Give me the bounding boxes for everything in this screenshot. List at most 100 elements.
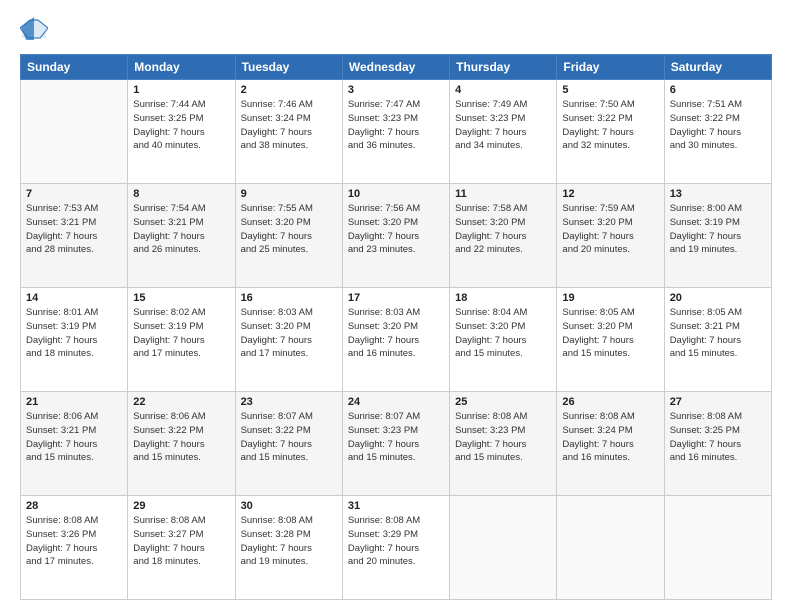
week-row-1: 1 Sunrise: 7:44 AMSunset: 3:25 PMDaylight…	[21, 80, 772, 184]
calendar-cell: 31 Sunrise: 8:08 AMSunset: 3:29 PMDayligh…	[342, 496, 449, 600]
day-info: Sunrise: 8:08 AMSunset: 3:27 PMDaylight:…	[133, 514, 229, 569]
day-info: Sunrise: 8:00 AMSunset: 3:19 PMDaylight:…	[670, 202, 766, 257]
calendar-cell: 29 Sunrise: 8:08 AMSunset: 3:27 PMDayligh…	[128, 496, 235, 600]
day-number: 28	[26, 500, 122, 512]
day-number: 23	[241, 396, 337, 408]
logo	[20, 16, 52, 44]
calendar-cell: 8 Sunrise: 7:54 AMSunset: 3:21 PMDaylight…	[128, 184, 235, 288]
weekday-header-tuesday: Tuesday	[235, 55, 342, 80]
day-info: Sunrise: 7:59 AMSunset: 3:20 PMDaylight:…	[562, 202, 658, 257]
calendar-cell	[450, 496, 557, 600]
calendar-cell	[557, 496, 664, 600]
day-info: Sunrise: 7:49 AMSunset: 3:23 PMDaylight:…	[455, 98, 551, 153]
day-number: 22	[133, 396, 229, 408]
weekday-row: SundayMondayTuesdayWednesdayThursdayFrid…	[21, 55, 772, 80]
day-info: Sunrise: 7:50 AMSunset: 3:22 PMDaylight:…	[562, 98, 658, 153]
calendar-cell: 15 Sunrise: 8:02 AMSunset: 3:19 PMDayligh…	[128, 288, 235, 392]
day-info: Sunrise: 8:08 AMSunset: 3:23 PMDaylight:…	[455, 410, 551, 465]
calendar-cell: 27Sunrise: 8:08 AMSunset: 3:25 PMDayligh…	[664, 392, 771, 496]
day-info: Sunrise: 8:08 AMSunset: 3:28 PMDaylight:…	[241, 514, 337, 569]
weekday-header-saturday: Saturday	[664, 55, 771, 80]
week-row-3: 14Sunrise: 8:01 AMSunset: 3:19 PMDayligh…	[21, 288, 772, 392]
calendar-cell: 21Sunrise: 8:06 AMSunset: 3:21 PMDayligh…	[21, 392, 128, 496]
calendar-cell: 30 Sunrise: 8:08 AMSunset: 3:28 PMDayligh…	[235, 496, 342, 600]
calendar-body: 1 Sunrise: 7:44 AMSunset: 3:25 PMDaylight…	[21, 80, 772, 600]
day-number: 29	[133, 500, 229, 512]
day-number: 1	[133, 84, 229, 96]
calendar-cell: 4 Sunrise: 7:49 AMSunset: 3:23 PMDaylight…	[450, 80, 557, 184]
calendar-header: SundayMondayTuesdayWednesdayThursdayFrid…	[21, 55, 772, 80]
day-info: Sunrise: 8:03 AMSunset: 3:20 PMDaylight:…	[348, 306, 444, 361]
calendar-cell: 14Sunrise: 8:01 AMSunset: 3:19 PMDayligh…	[21, 288, 128, 392]
day-number: 15	[133, 292, 229, 304]
day-number: 5	[562, 84, 658, 96]
day-number: 4	[455, 84, 551, 96]
day-number: 17	[348, 292, 444, 304]
day-number: 2	[241, 84, 337, 96]
day-number: 12	[562, 188, 658, 200]
day-number: 16	[241, 292, 337, 304]
calendar-cell: 7Sunrise: 7:53 AMSunset: 3:21 PMDaylight…	[21, 184, 128, 288]
weekday-header-monday: Monday	[128, 55, 235, 80]
calendar-cell: 6 Sunrise: 7:51 AMSunset: 3:22 PMDaylight…	[664, 80, 771, 184]
day-info: Sunrise: 8:06 AMSunset: 3:21 PMDaylight:…	[26, 410, 122, 465]
calendar-cell: 23 Sunrise: 8:07 AMSunset: 3:22 PMDayligh…	[235, 392, 342, 496]
day-info: Sunrise: 7:55 AMSunset: 3:20 PMDaylight:…	[241, 202, 337, 257]
day-info: Sunrise: 8:01 AMSunset: 3:19 PMDaylight:…	[26, 306, 122, 361]
day-number: 24	[348, 396, 444, 408]
day-number: 20	[670, 292, 766, 304]
week-row-4: 21Sunrise: 8:06 AMSunset: 3:21 PMDayligh…	[21, 392, 772, 496]
day-number: 31	[348, 500, 444, 512]
calendar-cell: 12 Sunrise: 7:59 AMSunset: 3:20 PMDayligh…	[557, 184, 664, 288]
weekday-header-thursday: Thursday	[450, 55, 557, 80]
calendar-cell	[664, 496, 771, 600]
header	[20, 16, 772, 44]
day-number: 18	[455, 292, 551, 304]
calendar-cell: 22Sunrise: 8:06 AMSunset: 3:22 PMDayligh…	[128, 392, 235, 496]
page: SundayMondayTuesdayWednesdayThursdayFrid…	[0, 0, 792, 612]
day-info: Sunrise: 8:08 AMSunset: 3:26 PMDaylight:…	[26, 514, 122, 569]
calendar-cell: 20 Sunrise: 8:05 AMSunset: 3:21 PMDayligh…	[664, 288, 771, 392]
calendar-cell: 13Sunrise: 8:00 AMSunset: 3:19 PMDayligh…	[664, 184, 771, 288]
calendar-cell: 28 Sunrise: 8:08 AMSunset: 3:26 PMDayligh…	[21, 496, 128, 600]
calendar-cell: 11Sunrise: 7:58 AMSunset: 3:20 PMDayligh…	[450, 184, 557, 288]
day-number: 3	[348, 84, 444, 96]
calendar: SundayMondayTuesdayWednesdayThursdayFrid…	[20, 54, 772, 600]
calendar-cell: 2Sunrise: 7:46 AMSunset: 3:24 PMDaylight…	[235, 80, 342, 184]
calendar-cell	[21, 80, 128, 184]
logo-icon	[20, 16, 48, 44]
weekday-header-wednesday: Wednesday	[342, 55, 449, 80]
calendar-cell: 16 Sunrise: 8:03 AMSunset: 3:20 PMDayligh…	[235, 288, 342, 392]
day-number: 10	[348, 188, 444, 200]
day-info: Sunrise: 8:08 AMSunset: 3:29 PMDaylight:…	[348, 514, 444, 569]
day-number: 19	[562, 292, 658, 304]
weekday-header-friday: Friday	[557, 55, 664, 80]
day-number: 9	[241, 188, 337, 200]
day-info: Sunrise: 8:07 AMSunset: 3:22 PMDaylight:…	[241, 410, 337, 465]
day-info: Sunrise: 7:56 AMSunset: 3:20 PMDaylight:…	[348, 202, 444, 257]
day-info: Sunrise: 8:05 AMSunset: 3:20 PMDaylight:…	[562, 306, 658, 361]
day-number: 27	[670, 396, 766, 408]
calendar-cell: 19 Sunrise: 8:05 AMSunset: 3:20 PMDayligh…	[557, 288, 664, 392]
day-number: 8	[133, 188, 229, 200]
day-info: Sunrise: 8:07 AMSunset: 3:23 PMDaylight:…	[348, 410, 444, 465]
day-info: Sunrise: 7:54 AMSunset: 3:21 PMDaylight:…	[133, 202, 229, 257]
day-info: Sunrise: 7:47 AMSunset: 3:23 PMDaylight:…	[348, 98, 444, 153]
weekday-header-sunday: Sunday	[21, 55, 128, 80]
week-row-2: 7Sunrise: 7:53 AMSunset: 3:21 PMDaylight…	[21, 184, 772, 288]
calendar-cell: 25 Sunrise: 8:08 AMSunset: 3:23 PMDayligh…	[450, 392, 557, 496]
day-info: Sunrise: 8:05 AMSunset: 3:21 PMDaylight:…	[670, 306, 766, 361]
day-info: Sunrise: 7:44 AMSunset: 3:25 PMDaylight:…	[133, 98, 229, 153]
day-info: Sunrise: 8:03 AMSunset: 3:20 PMDaylight:…	[241, 306, 337, 361]
day-info: Sunrise: 7:53 AMSunset: 3:21 PMDaylight:…	[26, 202, 122, 257]
day-info: Sunrise: 7:51 AMSunset: 3:22 PMDaylight:…	[670, 98, 766, 153]
day-info: Sunrise: 8:02 AMSunset: 3:19 PMDaylight:…	[133, 306, 229, 361]
calendar-cell: 18Sunrise: 8:04 AMSunset: 3:20 PMDayligh…	[450, 288, 557, 392]
day-number: 30	[241, 500, 337, 512]
day-number: 25	[455, 396, 551, 408]
calendar-cell: 1 Sunrise: 7:44 AMSunset: 3:25 PMDaylight…	[128, 80, 235, 184]
calendar-cell: 3 Sunrise: 7:47 AMSunset: 3:23 PMDaylight…	[342, 80, 449, 184]
day-number: 6	[670, 84, 766, 96]
calendar-cell: 26Sunrise: 8:08 AMSunset: 3:24 PMDayligh…	[557, 392, 664, 496]
day-number: 11	[455, 188, 551, 200]
